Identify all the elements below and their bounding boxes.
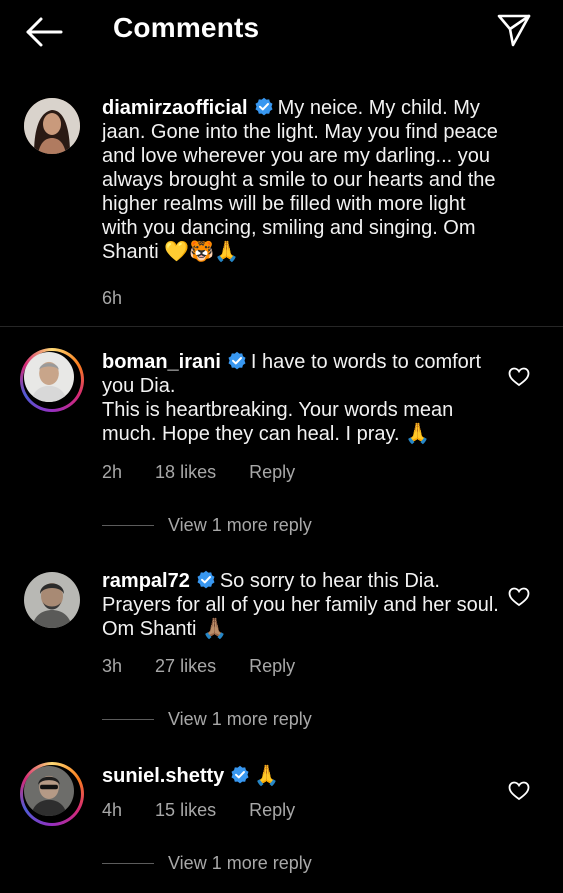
back-arrow-icon[interactable] <box>24 14 64 50</box>
view-more-replies[interactable]: View 1 more reply <box>102 853 312 874</box>
page-title: Comments <box>113 12 260 43</box>
like-count[interactable]: 15 likes <box>155 800 216 820</box>
comment-time: 4h <box>102 800 123 820</box>
view-more-replies[interactable]: View 1 more reply <box>102 515 312 536</box>
view-more-replies-label: View 1 more reply <box>168 853 312 873</box>
username[interactable]: suniel.shetty <box>102 765 224 787</box>
verified-badge-icon <box>231 765 249 784</box>
avatar[interactable] <box>24 352 74 402</box>
comment-text: 🙏 <box>254 765 280 787</box>
comment-time: 2h <box>102 462 123 482</box>
comment-text: My neice. My child. My jaan. Gone into t… <box>102 97 498 263</box>
view-more-replies[interactable]: View 1 more reply <box>102 709 312 730</box>
heart-icon[interactable] <box>508 587 530 607</box>
reply-button[interactable]: Reply <box>249 462 295 482</box>
avatar-story-ring[interactable] <box>20 348 84 412</box>
paper-plane-icon[interactable] <box>496 12 532 48</box>
header-bar: Comments <box>0 0 563 64</box>
heart-icon[interactable] <box>508 367 530 387</box>
reply-button[interactable]: Reply <box>249 656 295 676</box>
comment-text: This is heartbreaking. Your words mean m… <box>102 399 454 445</box>
like-count[interactable]: 18 likes <box>155 462 216 482</box>
view-more-replies-label: View 1 more reply <box>168 515 312 535</box>
view-more-replies-label: View 1 more reply <box>168 709 312 729</box>
like-count[interactable]: 27 likes <box>155 656 216 676</box>
divider <box>0 326 563 327</box>
avatar[interactable] <box>24 766 74 816</box>
username[interactable]: diamirzaofficial <box>102 97 248 119</box>
verified-badge-icon <box>228 351 246 370</box>
verified-badge-icon <box>255 97 273 116</box>
comment-time: 6h <box>102 288 123 308</box>
avatar[interactable] <box>24 572 80 628</box>
username[interactable]: boman_irani <box>102 351 221 373</box>
avatar-story-ring[interactable] <box>20 762 84 826</box>
heart-icon[interactable] <box>508 781 530 801</box>
username[interactable]: rampal72 <box>102 570 190 592</box>
avatar[interactable] <box>24 98 80 154</box>
reply-button[interactable]: Reply <box>249 800 295 820</box>
verified-badge-icon <box>197 570 215 589</box>
comment-time: 3h <box>102 656 123 676</box>
